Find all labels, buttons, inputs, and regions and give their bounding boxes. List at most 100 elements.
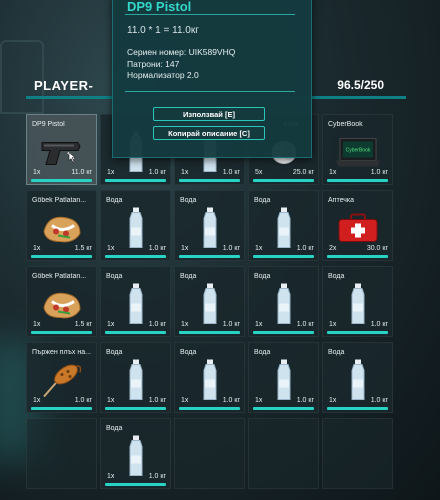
inventory-slot[interactable]: Вода 1x 1.0 кг <box>322 266 393 337</box>
water-bottle-icon <box>202 207 218 255</box>
tooltip-ammo: Патрони: 147 <box>127 58 180 69</box>
item-quantity: 1x <box>181 397 189 404</box>
item-weight: 1.0 кг <box>222 321 240 328</box>
tooltip-serial: Сериен номер: UIK589VHQ <box>127 47 236 57</box>
item-quantity: 1x <box>107 321 115 328</box>
water-bottle-icon <box>350 359 366 407</box>
tooltip-normalizer: Нормализатор 2.0 <box>127 70 199 80</box>
inventory-slot[interactable]: Вода 1x 1.0 кг <box>174 266 245 337</box>
svg-text:CyberBook: CyberBook <box>345 148 370 154</box>
item-quantity: 1x <box>255 397 263 404</box>
item-name: Вода <box>106 349 123 356</box>
inventory-slot-empty[interactable] <box>26 418 97 489</box>
durability-bar <box>253 407 314 410</box>
item-name: Вода <box>106 273 123 280</box>
item-quantity: 2x <box>329 245 337 252</box>
item-name: Вода <box>106 197 123 204</box>
durability-bar <box>179 255 240 258</box>
inventory-slot[interactable]: Göbek Patlatan... 1x 1.5 кг <box>26 266 97 337</box>
item-name: Вода <box>254 273 271 280</box>
item-quantity: 1x <box>33 397 41 404</box>
inventory-slot[interactable]: Аптечка 2x 30.0 кг <box>322 190 393 261</box>
water-bottle-icon <box>128 283 144 331</box>
pistol-icon <box>40 139 84 172</box>
inventory-slot[interactable]: Вода 1x 1.0 кг <box>248 342 319 413</box>
item-quantity: 1x <box>181 169 189 176</box>
water-bottle-icon <box>350 283 366 331</box>
item-name: Пържен плъх на... <box>32 349 91 356</box>
durability-bar <box>31 331 92 334</box>
item-weight: 1.5 кг <box>74 321 92 328</box>
inventory-slot[interactable]: Вода 1x 1.0 кг <box>174 190 245 261</box>
item-weight: 1.0 кг <box>370 321 388 328</box>
durability-bar <box>179 331 240 334</box>
item-weight: 25.0 кг <box>292 169 314 176</box>
inventory-slot-empty[interactable] <box>248 418 319 489</box>
water-bottle-icon <box>276 207 292 255</box>
inventory-slot[interactable]: Пържен плъх на... 1x 1.0 кг <box>26 342 97 413</box>
inventory-slot-empty[interactable] <box>322 418 393 489</box>
inventory-slot[interactable]: CyberBook CyberBook 1x 1.0 кг <box>322 114 393 185</box>
inventory-slot[interactable]: Вода 1x 1.0 кг <box>248 190 319 261</box>
item-quantity: 1x <box>33 321 41 328</box>
item-quantity: 1x <box>33 169 41 176</box>
inventory-slot[interactable]: DP9 Pistol 1x 11.0 кг <box>26 114 97 185</box>
inventory-slot[interactable]: Вода 1x 1.0 кг <box>100 418 171 489</box>
item-weight: 1.0 кг <box>296 321 314 328</box>
item-name: Вода <box>328 349 345 356</box>
tooltip-title: DP9 Pistol <box>127 0 192 14</box>
item-quantity: 1x <box>255 245 263 252</box>
durability-bar <box>327 407 388 410</box>
water-bottle-icon <box>128 207 144 255</box>
item-name: Göbek Patlatan... <box>32 273 87 280</box>
durability-bar <box>31 255 92 258</box>
item-weight: 1.0 кг <box>222 169 240 176</box>
durability-bar <box>327 331 388 334</box>
item-quantity: 1x <box>107 397 115 404</box>
item-name: Вода <box>180 197 197 204</box>
water-bottle-icon <box>276 359 292 407</box>
item-quantity: 1x <box>33 245 41 252</box>
item-weight: 1.0 кг <box>148 169 166 176</box>
inventory-slot-empty[interactable] <box>174 418 245 489</box>
item-name: CyberBook <box>328 121 363 128</box>
durability-bar <box>327 255 388 258</box>
inventory-title: PLAYER- <box>34 78 94 93</box>
durability-bar <box>31 407 92 410</box>
inventory-slot[interactable]: Вода 1x 1.0 кг <box>100 266 171 337</box>
inventory-slot[interactable]: Вода 1x 1.0 кг <box>174 342 245 413</box>
item-name: Вода <box>328 273 345 280</box>
item-tooltip: DP9 Pistol 11.0 * 1 = 11.0кг Сериен номе… <box>112 0 312 158</box>
item-weight: 1.0 кг <box>296 245 314 252</box>
item-name: Вода <box>254 197 271 204</box>
item-quantity: 1x <box>107 473 115 480</box>
item-weight: 1.5 кг <box>74 245 92 252</box>
item-weight: 1.0 кг <box>148 321 166 328</box>
item-quantity: 1x <box>329 169 337 176</box>
inventory-slot[interactable]: Вода 1x 1.0 кг <box>248 266 319 337</box>
inventory-slot[interactable]: Вода 1x 1.0 кг <box>100 190 171 261</box>
item-name: DP9 Pistol <box>32 121 65 128</box>
durability-bar <box>105 331 166 334</box>
inventory-slot[interactable]: Вода 1x 1.0 кг <box>322 342 393 413</box>
item-name: Вода <box>180 273 197 280</box>
item-name: Вода <box>254 349 271 356</box>
inventory-slot[interactable]: Göbek Patlatan... 1x 1.5 кг <box>26 190 97 261</box>
item-quantity: 1x <box>181 321 189 328</box>
durability-bar <box>105 255 166 258</box>
item-quantity: 1x <box>255 321 263 328</box>
item-quantity: 1x <box>329 397 337 404</box>
item-quantity: 1x <box>181 245 189 252</box>
inventory-slot[interactable]: Вода 1x 1.0 кг <box>100 342 171 413</box>
item-name: Вода <box>180 349 197 356</box>
item-weight: 1.0 кг <box>370 169 388 176</box>
item-weight: 1.0 кг <box>148 245 166 252</box>
durability-bar <box>105 179 166 182</box>
medkit-icon <box>336 213 380 250</box>
copy-description-button[interactable]: Копирай описание [C] <box>153 126 265 140</box>
item-weight: 1.0 кг <box>296 397 314 404</box>
item-weight: 11.0 кг <box>71 169 92 176</box>
use-button[interactable]: Използвай [E] <box>153 107 265 121</box>
water-bottle-icon <box>202 283 218 331</box>
item-quantity: 1x <box>107 169 115 176</box>
